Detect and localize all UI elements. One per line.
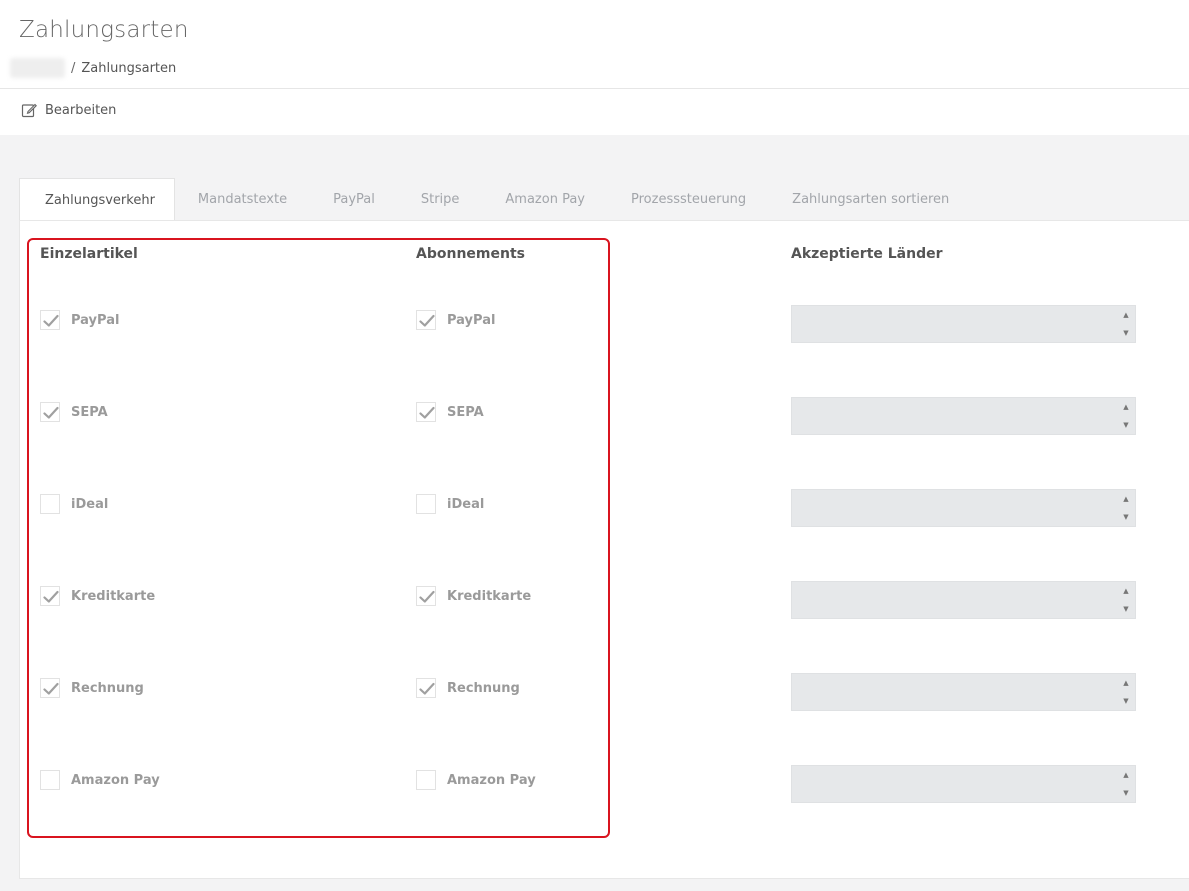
chevron-down-icon[interactable]: ▼ [1123,328,1128,338]
countries-select-amazon-pay[interactable]: ▲ ▼ [791,765,1136,803]
breadcrumb-current: Zahlungsarten [81,60,177,76]
countries-select-kreditkarte[interactable]: ▲ ▼ [791,581,1136,619]
einzel-kreditkarte-label: Kreditkarte [71,588,156,604]
countries-select-ideal[interactable]: ▲ ▼ [791,489,1136,527]
einzel-ideal-label: iDeal [71,496,109,512]
breadcrumb-separator: / [71,60,76,76]
spinner[interactable]: ▲ ▼ [1117,674,1135,710]
einzel-rechnung-option: Rechnung [40,678,144,698]
abo-ideal-checkbox[interactable] [416,494,436,514]
abo-paypal-checkbox[interactable] [416,310,436,330]
chevron-up-icon[interactable]: ▲ [1123,494,1128,504]
chevron-up-icon[interactable]: ▲ [1123,770,1128,780]
einzel-ideal-option: iDeal [40,494,108,514]
chevron-up-icon[interactable]: ▲ [1123,310,1128,320]
check-icon [43,682,59,695]
spinner[interactable]: ▲ ▼ [1117,306,1135,342]
einzel-sepa-option: SEPA [40,402,108,422]
einzel-paypal-label: PayPal [71,312,120,328]
chevron-up-icon[interactable]: ▲ [1123,402,1128,412]
chevron-down-icon[interactable]: ▼ [1123,512,1128,522]
abo-kreditkarte-option: Kreditkarte [416,586,531,606]
abo-rechnung-label: Rechnung [447,680,520,696]
spinner[interactable]: ▲ ▼ [1117,582,1135,618]
check-icon [43,406,59,419]
einzel-paypal-checkbox[interactable] [40,310,60,330]
einzel-amazon-pay-label: Amazon Pay [71,772,160,788]
chevron-down-icon[interactable]: ▼ [1123,420,1128,430]
einzel-amazon-pay-checkbox[interactable] [40,770,60,790]
chevron-down-icon[interactable]: ▼ [1123,696,1128,706]
spinner[interactable]: ▲ ▼ [1117,766,1135,802]
abo-rechnung-checkbox[interactable] [416,678,436,698]
edit-button[interactable]: Bearbeiten [21,102,116,118]
chevron-down-icon[interactable]: ▼ [1123,788,1128,798]
einzel-paypal-option: PayPal [40,310,119,330]
abo-kreditkarte-label: Kreditkarte [447,588,532,604]
abo-paypal-option: PayPal [416,310,495,330]
tab-paypal[interactable]: PayPal [310,178,398,221]
countries-select-rechnung[interactable]: ▲ ▼ [791,673,1136,711]
abo-ideal-label: iDeal [447,496,485,512]
page-header: Zahlungsarten / Zahlungsarten [0,0,1189,89]
abo-ideal-option: iDeal [416,494,484,514]
abo-amazon-pay-option: Amazon Pay [416,770,536,790]
check-icon [419,406,435,419]
einzel-sepa-checkbox[interactable] [40,402,60,422]
edit-button-label: Bearbeiten [45,102,117,118]
tab-stripe[interactable]: Stripe [398,178,483,221]
chevron-down-icon[interactable]: ▼ [1123,604,1128,614]
toolbar: Bearbeiten [0,89,1189,135]
einzel-amazon-pay-option: Amazon Pay [40,770,160,790]
tab-prozesssteuerung[interactable]: Prozesssteuerung [608,178,769,221]
einzel-ideal-checkbox[interactable] [40,494,60,514]
abo-sepa-checkbox[interactable] [416,402,436,422]
abo-paypal-label: PayPal [447,312,496,328]
einzel-rechnung-checkbox[interactable] [40,678,60,698]
spinner[interactable]: ▲ ▼ [1117,398,1135,434]
abo-amazon-pay-checkbox[interactable] [416,770,436,790]
column-title-abonnements: Abonnements [416,246,525,262]
check-icon [419,590,435,603]
countries-select-paypal[interactable]: ▲ ▼ [791,305,1136,343]
einzel-sepa-label: SEPA [71,404,108,420]
abo-rechnung-option: Rechnung [416,678,520,698]
breadcrumb-home-link[interactable] [10,58,65,78]
edit-icon [21,103,37,118]
spinner[interactable]: ▲ ▼ [1117,490,1135,526]
tab-amazon-pay[interactable]: Amazon Pay [482,178,608,221]
tab-bar: Zahlungsverkehr Mandatstexte PayPal Stri… [19,178,972,221]
abo-kreditkarte-checkbox[interactable] [416,586,436,606]
tab-mandatstexte[interactable]: Mandatstexte [175,178,310,221]
breadcrumb: / Zahlungsarten [10,58,176,78]
abo-sepa-option: SEPA [416,402,484,422]
einzel-kreditkarte-option: Kreditkarte [40,586,155,606]
tab-zahlungsarten-sortieren[interactable]: Zahlungsarten sortieren [769,178,972,221]
column-title-countries: Akzeptierte Länder [791,246,943,262]
page-title: Zahlungsarten [19,17,189,43]
check-icon [43,314,59,327]
einzel-rechnung-label: Rechnung [71,680,144,696]
abo-sepa-label: SEPA [447,404,484,420]
check-icon [43,590,59,603]
chevron-up-icon[interactable]: ▲ [1123,678,1128,688]
check-icon [419,682,435,695]
abo-amazon-pay-label: Amazon Pay [447,772,536,788]
column-title-einzelartikel: Einzelartikel [40,246,138,262]
chevron-up-icon[interactable]: ▲ [1123,586,1128,596]
tab-zahlungsverkehr[interactable]: Zahlungsverkehr [19,178,175,221]
einzel-kreditkarte-checkbox[interactable] [40,586,60,606]
check-icon [419,314,435,327]
countries-select-sepa[interactable]: ▲ ▼ [791,397,1136,435]
